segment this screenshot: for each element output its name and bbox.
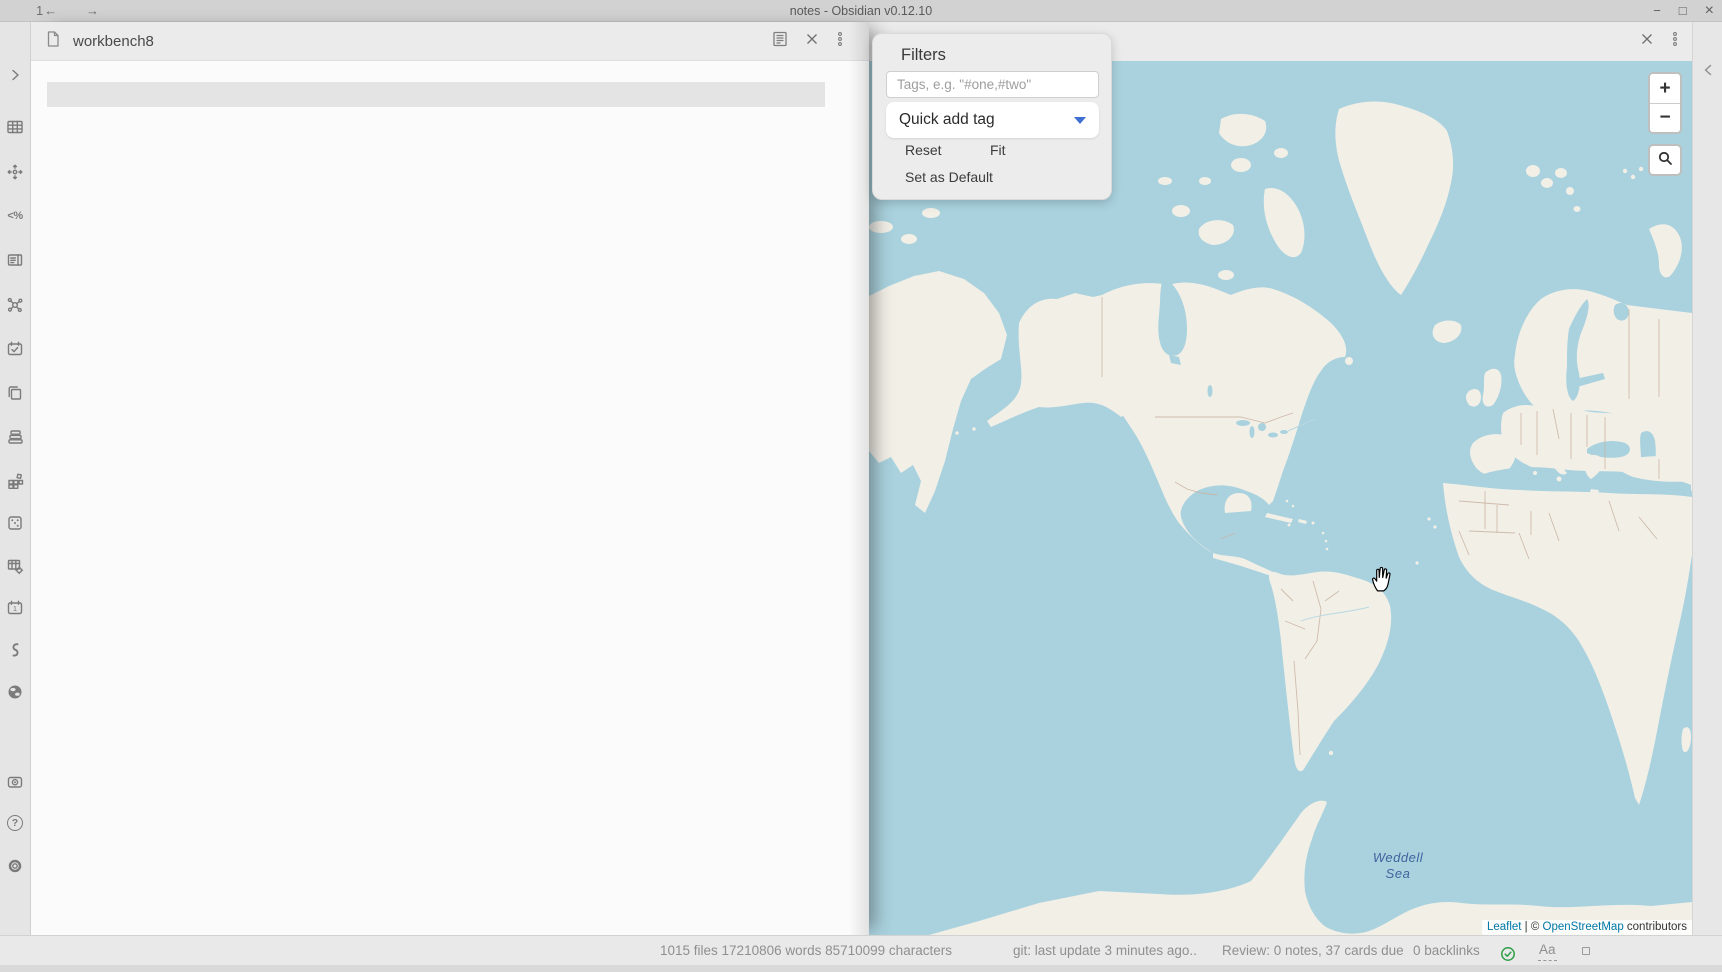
- graph-icon[interactable]: [6, 296, 24, 314]
- search-icon: [1657, 150, 1673, 171]
- sea-label: Weddell Sea: [1365, 850, 1431, 882]
- svg-text:1: 1: [13, 604, 17, 613]
- close-pane-icon[interactable]: [804, 31, 820, 52]
- fit-button[interactable]: Fit: [990, 142, 1006, 158]
- pane-menu-icon[interactable]: [1670, 30, 1680, 53]
- camera-icon[interactable]: [6, 773, 24, 791]
- review-status[interactable]: Review: 0 notes, 37 cards due: [1222, 936, 1404, 965]
- osm-link[interactable]: OpenStreetMap: [1543, 921, 1624, 933]
- map-globe-icon[interactable]: [6, 683, 24, 701]
- chevron-down-icon: [1074, 117, 1086, 124]
- table-settings-icon[interactable]: [6, 557, 24, 575]
- note-title: workbench8: [73, 33, 154, 50]
- daily-note-icon[interactable]: 1: [6, 599, 24, 617]
- maximize-button[interactable]: □: [1679, 0, 1687, 22]
- file-icon: [44, 30, 62, 53]
- indicator-square-icon[interactable]: [1582, 947, 1590, 955]
- nav-back-button[interactable]: 1←: [36, 0, 58, 22]
- filters-title: Filters: [901, 46, 946, 65]
- collapse-right-sidebar-icon[interactable]: [1700, 62, 1716, 83]
- note-editor[interactable]: [31, 61, 869, 935]
- reset-button[interactable]: Reset: [905, 142, 942, 158]
- dice-icon[interactable]: [6, 514, 24, 532]
- note-pane-header: workbench8: [31, 22, 869, 61]
- titlebar: 1← → notes - Obsidian v0.12.10 − □ ×: [0, 0, 1722, 22]
- move-node-icon[interactable]: [6, 163, 24, 181]
- map-search-button[interactable]: [1648, 144, 1682, 176]
- set-as-default-button[interactable]: Set as Default: [905, 169, 993, 185]
- backlinks-count[interactable]: 0 backlinks: [1413, 936, 1480, 965]
- left-ribbon: <% 1 ?: [0, 22, 31, 965]
- blocks-icon[interactable]: [6, 472, 24, 490]
- settings-gear-icon[interactable]: [6, 857, 24, 875]
- pane-menu-icon[interactable]: [835, 30, 845, 53]
- map-attribution: Leaflet | © OpenStreetMap contributors: [1482, 920, 1692, 935]
- map-zoom-control: + −: [1648, 72, 1682, 134]
- right-sidebar-strip: [1692, 22, 1722, 935]
- window-title: notes - Obsidian v0.12.10: [0, 0, 1722, 22]
- obsidian-window: { "titlebar": { "back": "1←", "forward":…: [0, 0, 1722, 965]
- quick-add-tag-dropdown[interactable]: Quick add tag: [886, 102, 1099, 138]
- tags-filter-input[interactable]: [886, 71, 1099, 98]
- git-status[interactable]: git: last update 3 minutes ago..: [1013, 936, 1197, 965]
- leaflet-link[interactable]: Leaflet: [1487, 921, 1522, 933]
- sync-check-icon[interactable]: [1500, 943, 1516, 972]
- close-window-button[interactable]: ×: [1705, 0, 1714, 22]
- status-bar: 1015 files 17210806 words 85710099 chara…: [0, 935, 1722, 965]
- empty-note-block: [47, 82, 825, 107]
- copy-files-icon[interactable]: [6, 384, 24, 402]
- hook-icon[interactable]: [6, 641, 24, 659]
- nav-forward-button[interactable]: →: [86, 0, 100, 22]
- map-filters-panel: Filters Quick add tag Reset Fit Set as D…: [872, 33, 1112, 200]
- slides-icon[interactable]: [6, 251, 24, 269]
- stacked-cards-icon[interactable]: [6, 428, 24, 446]
- minimize-button[interactable]: −: [1653, 0, 1661, 22]
- note-pane: workbench8: [31, 22, 869, 935]
- templater-icon[interactable]: <%: [6, 207, 24, 225]
- reading-mode-icon[interactable]: [771, 30, 789, 53]
- table-icon[interactable]: [6, 118, 24, 136]
- help-icon[interactable]: ?: [6, 814, 24, 832]
- zoom-out-button[interactable]: −: [1650, 103, 1680, 132]
- format-toggle[interactable]: Aa: [1538, 941, 1557, 961]
- file-stats: 1015 files 17210806 words 85710099 chara…: [660, 936, 952, 965]
- expand-sidebar-icon[interactable]: [6, 66, 24, 84]
- close-pane-icon[interactable]: [1639, 31, 1655, 52]
- zoom-in-button[interactable]: +: [1650, 74, 1680, 103]
- calendar-check-icon[interactable]: [6, 340, 24, 358]
